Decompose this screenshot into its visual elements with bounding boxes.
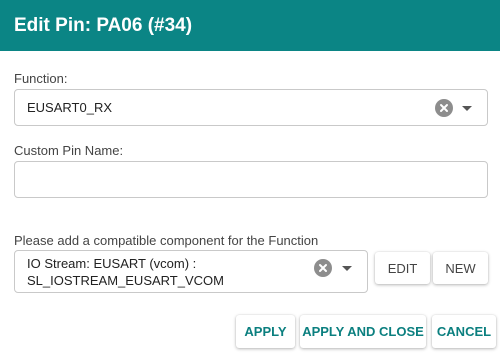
component-label: Please add a compatible component for th…	[14, 233, 319, 248]
component-select[interactable]: IO Stream: EUSART (vcom) : SL_IOSTREAM_E…	[14, 250, 368, 293]
chevron-down-icon[interactable]	[342, 266, 352, 271]
component-value-line1: IO Stream: EUSART (vcom) :	[27, 256, 197, 271]
apply-button[interactable]: APPLY	[236, 315, 295, 348]
chevron-down-icon[interactable]	[462, 106, 472, 111]
function-select[interactable]: EUSART0_RX	[14, 89, 488, 126]
cancel-button[interactable]: CANCEL	[432, 315, 496, 348]
custom-pin-name-input[interactable]	[14, 161, 488, 198]
new-component-button[interactable]: NEW	[433, 252, 488, 284]
custom-pin-name-label: Custom Pin Name:	[14, 143, 124, 158]
function-label: Function:	[14, 71, 68, 86]
dialog-title: Edit Pin: PA06 (#34)	[0, 0, 500, 51]
component-value-line2: SL_IOSTREAM_EUSART_VCOM	[27, 273, 224, 288]
clear-icon[interactable]	[435, 99, 453, 117]
clear-icon[interactable]	[314, 259, 332, 277]
function-value: EUSART0_RX	[27, 100, 113, 115]
edit-component-button[interactable]: EDIT	[375, 252, 430, 284]
apply-and-close-button[interactable]: APPLY AND CLOSE	[300, 315, 426, 348]
